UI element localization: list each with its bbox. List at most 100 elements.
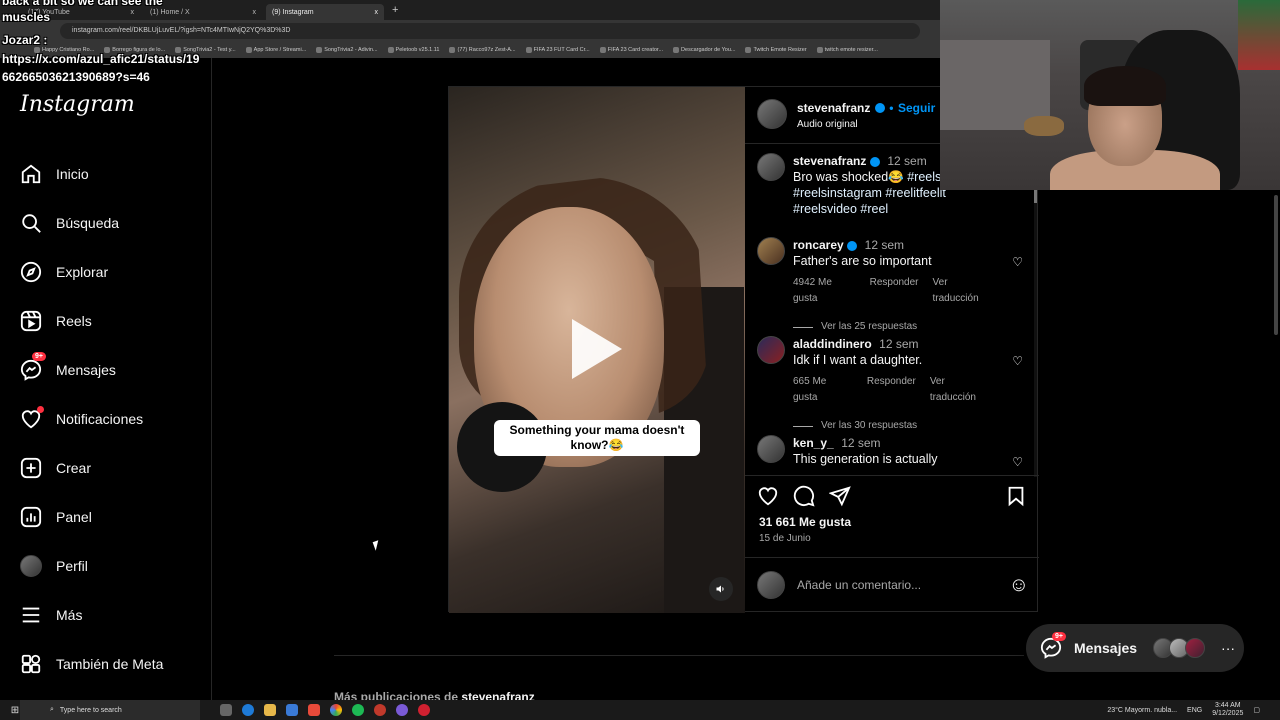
bookmark-item[interactable]: FIFA 23 FUT Card Cr...	[526, 47, 590, 53]
bookmark-item[interactable]: FIFA 23 Card creator...	[600, 47, 663, 53]
chrome-icon[interactable]	[330, 704, 342, 716]
comment-likes[interactable]: 665 Me gusta	[793, 374, 853, 406]
tab-instagram[interactable]: (9) Instagram x	[266, 4, 384, 20]
sidebar-item-busqueda[interactable]: Búsqueda	[20, 211, 119, 235]
sidebar-item-panel[interactable]: Panel	[20, 505, 92, 529]
sidebar-item-reels[interactable]: Reels	[20, 309, 92, 333]
close-icon[interactable]: x	[375, 9, 379, 16]
compass-icon	[20, 261, 42, 283]
comment-likes[interactable]: 4942 Me gusta	[793, 275, 856, 307]
webcam-dog	[1024, 116, 1064, 136]
bookmark-item[interactable]: Descargador de You...	[673, 47, 735, 53]
sidebar-item-crear[interactable]: Crear	[20, 456, 91, 480]
close-icon[interactable]: x	[253, 9, 257, 16]
play-icon[interactable]	[572, 319, 622, 379]
avatar[interactable]	[757, 237, 785, 265]
sidebar-item-explorar[interactable]: Explorar	[20, 260, 108, 284]
edge-icon[interactable]	[242, 704, 254, 716]
app-icon[interactable]	[374, 704, 386, 716]
search-icon: ⌕	[50, 706, 54, 713]
sidebar-item-meta[interactable]: También de Meta	[20, 652, 163, 676]
author-avatar[interactable]	[757, 99, 787, 129]
app-icon[interactable]	[308, 704, 320, 716]
avatar[interactable]	[757, 336, 785, 364]
follow-button[interactable]: Seguir	[898, 101, 935, 115]
sidebar-item-label: Perfil	[56, 558, 88, 574]
sidebar-item-mensajes[interactable]: Mensajes 9+	[20, 352, 116, 382]
new-tab-button[interactable]: +	[392, 4, 398, 20]
list-item: aladdindinero 12 sem Idk if I want a dau…	[757, 336, 1033, 434]
bookmark-item[interactable]: twitch emote resizer...	[817, 47, 878, 53]
spotify-icon[interactable]	[352, 704, 364, 716]
bookmark-item[interactable]: (77) Racco97z Zest-A...	[449, 47, 515, 53]
reply-button[interactable]: Responder	[867, 374, 916, 406]
avatar[interactable]	[757, 153, 785, 181]
sidebar-item-perfil[interactable]: Perfil	[20, 554, 88, 578]
messages-label: Mensajes	[1074, 640, 1138, 656]
taskbar-search[interactable]: ⌕ Type here to search	[20, 700, 200, 720]
comments-scrollbar[interactable]	[1034, 187, 1037, 477]
chat-message-link: 66266503621390689?s=46	[2, 70, 150, 84]
messages-floating-button[interactable]: 9+ Mensajes ···	[1026, 624, 1244, 672]
language-indicator[interactable]: ENG	[1187, 707, 1202, 714]
likes-count[interactable]: 31 661 Me gusta	[759, 515, 851, 529]
bookmark-item[interactable]: SongTrivia2 - Adivin...	[316, 47, 377, 53]
file-explorer-icon[interactable]	[264, 704, 276, 716]
comment-input[interactable]: Añade un comentario...	[797, 578, 921, 592]
bookmark-item[interactable]: Peletoob v25.1.11	[388, 47, 440, 53]
chat-message-line: muscles	[2, 10, 51, 24]
like-comment-heart-icon[interactable]: ♡	[1012, 455, 1023, 469]
mouse-cursor-icon	[372, 540, 382, 551]
weather-widget[interactable]: 23°C Mayorm. nubla...	[1107, 707, 1177, 714]
url-input[interactable]: instagram.com/reel/DKBLUjLuvEL/?igsh=NTc…	[60, 23, 920, 39]
obs-icon[interactable]	[396, 704, 408, 716]
sidebar: Instagram Inicio Búsqueda Explorar Reels…	[0, 58, 212, 700]
tab-label: (9) Instagram	[272, 8, 314, 16]
share-icon[interactable]	[829, 485, 851, 507]
bookmark-item[interactable]: Twitch Emote Resizer	[745, 47, 806, 53]
notification-center-icon[interactable]: ▢	[1253, 706, 1260, 714]
webcam-poster	[1238, 0, 1280, 70]
instagram-logo[interactable]: Instagram	[20, 92, 135, 117]
like-heart-icon[interactable]	[757, 485, 779, 507]
reply-button[interactable]: Responder	[870, 275, 919, 307]
bookmark-icon[interactable]	[1005, 485, 1027, 507]
webcam-person	[1084, 66, 1166, 106]
comment-icon[interactable]	[793, 485, 815, 507]
verified-icon	[847, 240, 858, 251]
author-username[interactable]: stevenafranz	[797, 101, 870, 115]
caption-text: Bro was shocked😂	[793, 170, 904, 184]
bookmark-item[interactable]: App Store / Streami...	[246, 47, 307, 53]
list-item: ken_y_ 12 sem This generation is actuall…	[757, 435, 1033, 469]
like-comment-heart-icon[interactable]: ♡	[1012, 255, 1023, 269]
sidebar-item-label: Explorar	[56, 264, 109, 280]
replies-label: Ver las 30 respuestas	[821, 420, 918, 431]
close-icon[interactable]: x	[131, 9, 135, 16]
comment-username[interactable]: roncarey	[793, 238, 844, 252]
store-icon[interactable]	[286, 704, 298, 716]
translate-button[interactable]: Ver traducción	[930, 374, 993, 406]
translate-button[interactable]: Ver traducción	[933, 275, 993, 307]
app-icon[interactable]	[418, 704, 430, 716]
sidebar-item-inicio[interactable]: Inicio	[20, 162, 89, 186]
comment-username[interactable]: aladdindinero	[793, 337, 872, 351]
audio-link[interactable]: Audio original	[797, 119, 935, 130]
sound-icon[interactable]	[709, 577, 733, 601]
like-comment-heart-icon[interactable]: ♡	[1012, 354, 1023, 368]
view-replies-button[interactable]: Ver las 30 respuestas	[793, 418, 993, 434]
reel-video[interactable]: Something your mama doesn't know?😂	[449, 87, 745, 613]
emoji-icon[interactable]: ☺	[1009, 574, 1029, 597]
avatar	[1185, 638, 1206, 658]
comment-username[interactable]: ken_y_	[793, 436, 834, 450]
task-view-icon[interactable]	[220, 704, 232, 716]
page-scrollbar[interactable]	[1272, 190, 1280, 700]
avatar[interactable]	[757, 435, 785, 463]
sidebar-item-notificaciones[interactable]: Notificaciones	[20, 406, 143, 431]
comments-list: stevenafranz 12 sem Bro was shocked😂 #re…	[757, 151, 1033, 475]
message-badge: 9+	[1052, 632, 1066, 641]
clock[interactable]: 3:44 AM 9/12/2025	[1212, 702, 1243, 718]
comment-username[interactable]: stevenafranz	[793, 154, 866, 168]
sidebar-item-mas[interactable]: Más	[20, 603, 82, 627]
view-replies-button[interactable]: Ver las 25 respuestas	[793, 319, 993, 335]
home-icon	[21, 164, 41, 184]
